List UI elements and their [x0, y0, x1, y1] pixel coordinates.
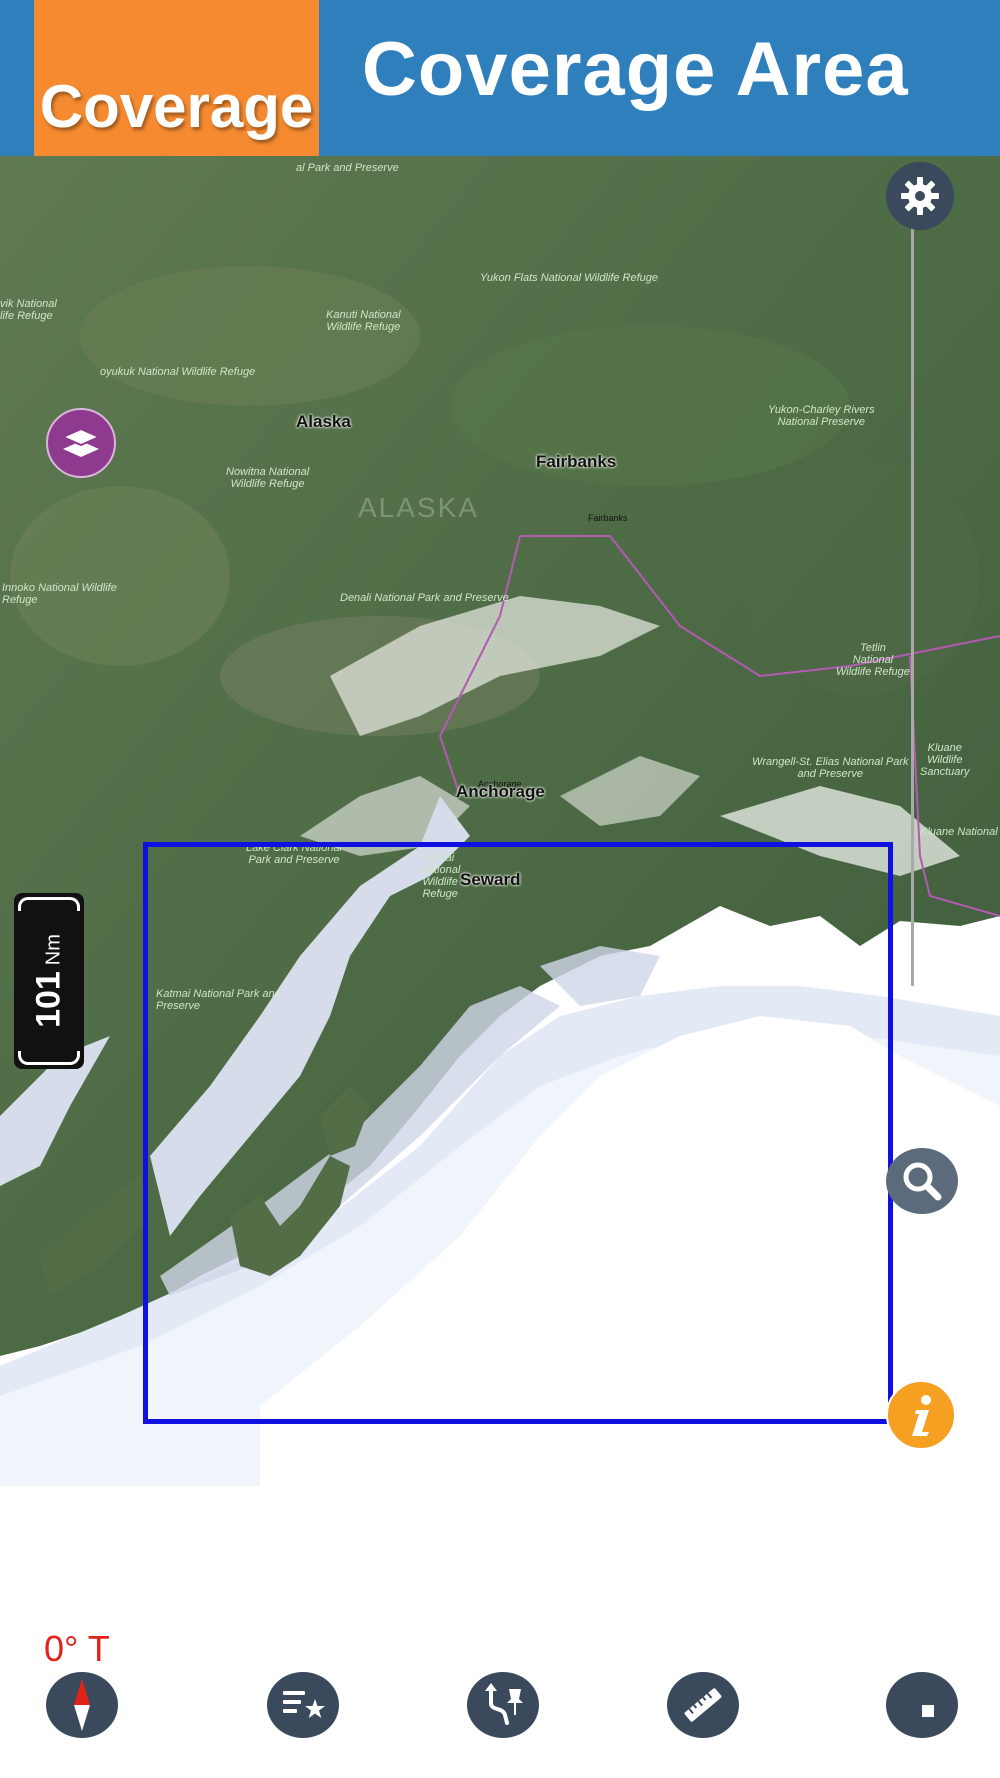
- map-label: Anchorage: [456, 782, 545, 801]
- ribbon-label: Coverage: [39, 73, 314, 140]
- map-label: Tetlin National Wildlife Refuge: [836, 642, 910, 678]
- map-label: Nowitna National Wildlife Refuge: [226, 466, 310, 490]
- scale-bracket-top: [18, 897, 80, 911]
- settings-button[interactable]: [886, 162, 954, 230]
- info-button[interactable]: [886, 1380, 956, 1450]
- favorites-list-icon: [283, 1691, 325, 1718]
- compass-button[interactable]: [46, 1672, 118, 1738]
- map-label: Yukon Flats National Wildlife Refuge: [480, 272, 659, 284]
- scale-bracket-bottom: [18, 1051, 80, 1065]
- map-label: Kanuti National Wildlife Refuge: [326, 309, 401, 333]
- map-label: Fairbanks: [588, 513, 628, 523]
- stop-button[interactable]: [886, 1672, 958, 1738]
- map-label: Yukon-Charley Rivers National Preserve: [768, 404, 875, 428]
- map-label: Kluane Wildlife Sanctuary: [920, 742, 970, 778]
- scale-value: 101: [29, 971, 68, 1028]
- page-title: Coverage Area: [362, 27, 909, 112]
- map-label: Fairbanks: [536, 452, 617, 471]
- map-label: Denali National Park and Preserve: [340, 592, 509, 604]
- map-label: oyukuk National Wildlife Refuge: [100, 366, 256, 378]
- scale-readout: 101 Nm: [30, 934, 69, 1028]
- gear-icon: [901, 177, 939, 215]
- route-icon: [485, 1683, 523, 1725]
- map-label: Wrangell-St. Elias National Park and Pre…: [752, 756, 909, 780]
- scale-indicator: 101 Nm: [14, 893, 84, 1069]
- favorites-button[interactable]: [267, 1672, 339, 1738]
- map-label: ALASKA: [358, 492, 479, 523]
- measure-button[interactable]: [667, 1672, 739, 1738]
- layers-icon: [60, 427, 102, 457]
- ruler-icon: [684, 1688, 722, 1722]
- search-button[interactable]: [886, 1148, 958, 1214]
- coverage-area-box: [143, 842, 893, 1424]
- map-view[interactable]: al Park and Preserve Yukon Flats Nationa…: [0, 156, 1000, 1486]
- map-label: al Park and Preserve: [296, 162, 399, 174]
- stop-icon: [922, 1705, 934, 1717]
- info-icon: [912, 1395, 931, 1436]
- map-label: Alaska: [296, 412, 351, 431]
- layers-button[interactable]: [46, 408, 116, 478]
- divider-line: [911, 226, 914, 986]
- scale-unit: Nm: [42, 934, 65, 966]
- map-label: vik National life Refuge: [0, 298, 57, 322]
- search-icon: [903, 1162, 942, 1201]
- compass-icon: [74, 1679, 90, 1731]
- heading-readout: 0° T: [44, 1628, 110, 1669]
- map-label: Kluane National: [920, 826, 998, 838]
- route-button[interactable]: [467, 1672, 539, 1738]
- map-label: Innoko National Wildlife Refuge: [2, 582, 117, 606]
